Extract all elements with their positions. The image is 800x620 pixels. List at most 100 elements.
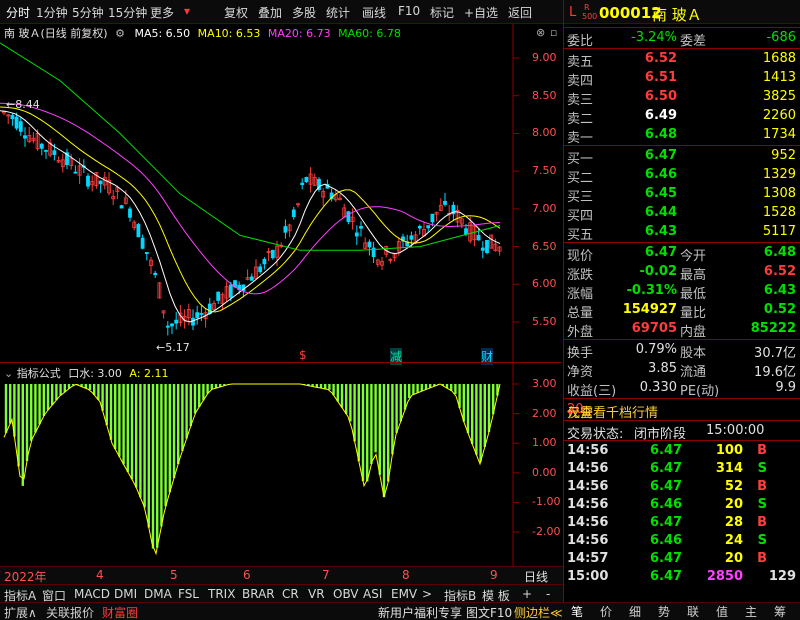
tab-macd[interactable]: MACD xyxy=(74,587,110,601)
bid-volume: 1329 xyxy=(762,167,796,182)
tick-row[interactable]: 14:56 6.46 24 S xyxy=(564,532,800,551)
candle-body xyxy=(359,226,363,229)
quote-value: 0.52 xyxy=(763,302,796,317)
tab-1min[interactable]: 1分钟 xyxy=(36,4,68,21)
finance-label: 换手 xyxy=(567,346,594,361)
candle-body xyxy=(23,135,27,139)
candle-body xyxy=(14,116,19,129)
tab-15min[interactable]: 15分钟 xyxy=(108,4,147,21)
candle-body xyxy=(18,121,23,132)
tick-row[interactable]: 14:56 6.46 20 S xyxy=(564,496,800,515)
tab-remove[interactable]: - xyxy=(546,587,550,601)
tick-row[interactable]: 14:56 6.47 52 B xyxy=(564,478,800,497)
divider xyxy=(564,145,800,146)
bid-row[interactable]: 买四 6.44 1528 xyxy=(564,204,800,224)
new-user-benefit-link[interactable]: 新用户福利专享 xyxy=(378,604,462,620)
f10-button[interactable]: F10 xyxy=(398,4,420,18)
stats-button[interactable]: 统计 xyxy=(326,4,350,21)
quote-value: 154927 xyxy=(622,302,677,317)
tick-row[interactable]: 14:56 6.47 28 B xyxy=(564,514,800,533)
tab-obv[interactable]: OBV xyxy=(333,587,359,601)
tick-time: 14:56 xyxy=(567,443,609,458)
axis-tick-label: 7.50 xyxy=(532,164,557,178)
side-tab-2[interactable]: 细 xyxy=(629,603,641,620)
candle-body xyxy=(10,114,15,120)
bid-row[interactable]: 买三 6.45 1308 xyxy=(564,185,800,205)
quote-row: 总量 154927 量比 0.52 xyxy=(564,301,800,321)
draw-line-button[interactable]: 画线 xyxy=(362,4,386,21)
side-tab-5[interactable]: 值 xyxy=(716,603,728,620)
tab-intraday[interactable]: 分时 xyxy=(6,4,30,21)
tick-row[interactable]: 14:56 6.47 100 B xyxy=(564,442,800,461)
side-tab-3[interactable]: 势 xyxy=(658,603,670,620)
add-watchlist-button[interactable]: +自选 xyxy=(464,4,498,21)
tab-trix[interactable]: TRIX xyxy=(208,587,235,601)
axis-tick-label: 6.50 xyxy=(532,239,557,253)
kline-plot xyxy=(0,24,519,362)
ask-row[interactable]: 卖四 6.51 1413 xyxy=(564,69,800,89)
divider xyxy=(564,27,800,28)
tab-fsl[interactable]: FSL xyxy=(178,587,199,601)
ma5-line xyxy=(0,110,501,323)
axis-tick-label: 2.00 xyxy=(532,406,557,420)
wealth-circle-button[interactable]: 财富圈 xyxy=(102,604,138,620)
related-quotes-button[interactable]: 关联报价 xyxy=(46,604,94,620)
tab-vr[interactable]: VR xyxy=(308,587,325,601)
promo-banner[interactable]: 仅需 20 元查看千档行情 xyxy=(564,400,800,421)
kline-chart[interactable]: 南 玻Ａ(日线 前复权) ⚙ MA5: 6.50 MA10: 6.53 MA20… xyxy=(0,24,562,365)
mark-button[interactable]: 标记 xyxy=(430,4,454,21)
tick-row[interactable]: 14:56 6.47 314 S xyxy=(564,460,800,479)
tick-side: S xyxy=(757,497,767,512)
tab-asi[interactable]: ASI xyxy=(363,587,382,601)
overlay-button[interactable]: 叠加 xyxy=(258,4,282,21)
axis-tick-label: 8.50 xyxy=(532,88,557,102)
ask-row[interactable]: 卖一 6.48 1734 xyxy=(564,126,800,146)
finance-label: 股本 xyxy=(680,346,707,361)
tab-dma[interactable]: DMA xyxy=(144,587,172,601)
ask-row[interactable]: 卖二 6.49 2260 xyxy=(564,107,800,127)
bid-row[interactable]: 买一 6.47 952 xyxy=(564,147,800,167)
candle-body xyxy=(367,241,372,248)
tab-more-arrow[interactable]: > xyxy=(422,587,432,601)
more-button[interactable]: 更多 xyxy=(150,4,174,21)
back-button[interactable]: 返回 xyxy=(508,4,532,21)
ask-row[interactable]: 卖三 6.50 3825 xyxy=(564,88,800,108)
period-selector[interactable]: 日线 xyxy=(524,568,548,585)
sidebar-toggle-button[interactable]: 侧边栏≪ xyxy=(514,604,563,620)
tick-row[interactable]: 15:00 6.47 2850 129 xyxy=(564,568,800,587)
side-tab-7[interactable]: 筹 xyxy=(774,603,786,620)
graphic-f10-button[interactable]: 图文F10 xyxy=(466,604,512,620)
tick-side: B xyxy=(757,551,767,566)
bid-row[interactable]: 买二 6.46 1329 xyxy=(564,166,800,186)
dividend-marker[interactable]: $ xyxy=(299,348,307,362)
tab-emv[interactable]: EMV xyxy=(391,587,417,601)
ask-row[interactable]: 卖五 6.52 1688 xyxy=(564,50,800,70)
side-tab-4[interactable]: 联 xyxy=(687,603,699,620)
side-tab-6[interactable]: 主 xyxy=(745,603,757,620)
bid-row[interactable]: 买五 6.43 5117 xyxy=(564,223,800,243)
candle-body xyxy=(283,226,288,233)
more-arrow-icon[interactable]: ▾ xyxy=(184,4,190,18)
multi-stock-button[interactable]: 多股 xyxy=(292,4,316,21)
quote-value: -0.02 xyxy=(639,264,677,279)
candle-body xyxy=(304,177,309,183)
finance-label: 流通 xyxy=(680,365,707,380)
tab-5min[interactable]: 5分钟 xyxy=(72,4,104,21)
tab-brar[interactable]: BRAR xyxy=(242,587,275,601)
trade-status-row: 交易状态: 闭市阶段 15:00:00 xyxy=(564,422,800,442)
tab-cr[interactable]: CR xyxy=(282,587,299,601)
axis-tick-label: 6.00 xyxy=(532,277,557,291)
expand-button[interactable]: 扩展∧ xyxy=(4,604,37,620)
tab-dmi[interactable]: DMI xyxy=(114,587,137,601)
candle-body xyxy=(443,200,447,205)
quote-label: 最高 xyxy=(680,268,707,283)
axis-tick-label: 0.00 xyxy=(532,465,557,479)
side-tab-1[interactable]: 价 xyxy=(600,603,612,620)
tick-row[interactable]: 14:57 6.47 20 B xyxy=(564,550,800,569)
indicator-plot xyxy=(3,362,519,566)
side-tab-0[interactable]: 笔 xyxy=(571,603,583,620)
candle-body xyxy=(165,325,170,328)
tab-add[interactable]: + xyxy=(522,587,532,601)
indicator-chart[interactable]: ⌄ 指标公式 口水: 3.00 A: 2.11 3.00 2.00 1.00 0.00… xyxy=(0,362,562,566)
adjust-button[interactable]: 复权 xyxy=(224,4,248,21)
